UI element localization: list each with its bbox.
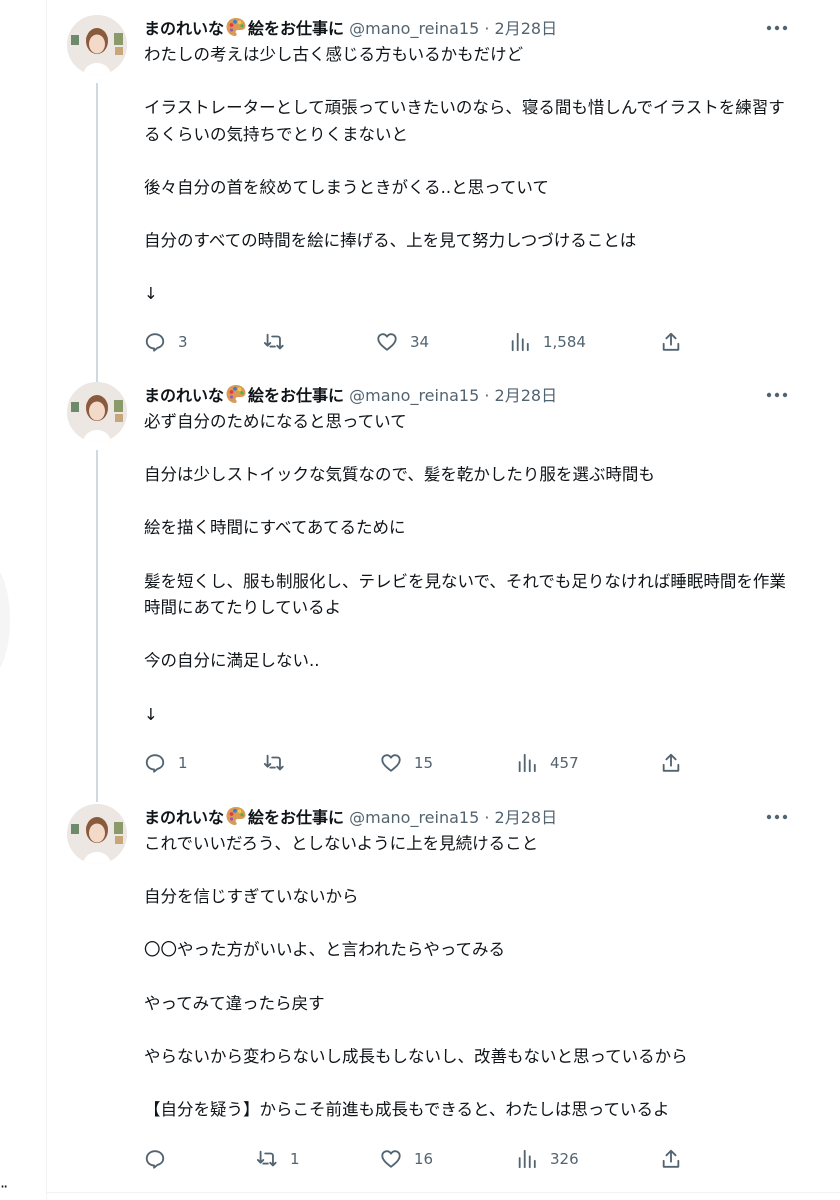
like-count: 34 xyxy=(410,333,430,351)
analytics-icon xyxy=(518,1149,536,1169)
retweet-button[interactable]: 1 xyxy=(256,1147,300,1171)
tweet-text: これでいいだろう、としないように上を見続けること 自分を信じすぎていないから 〇… xyxy=(144,834,688,1119)
tweet-3[interactable]: まのれいな 絵をお仕事に @mano_reina15 · 2月28日 これでいいだ… xyxy=(47,804,840,1192)
palette-emoji-icon xyxy=(226,18,246,36)
tweet-header: まのれいな 絵をお仕事に @mano_reina15 · 2月28日 xyxy=(144,15,557,43)
thread-connector xyxy=(96,83,98,387)
avatar[interactable] xyxy=(67,382,127,442)
display-name[interactable]: まのれいな xyxy=(144,19,224,38)
views-button[interactable]: 457 xyxy=(516,751,579,775)
like-count: 16 xyxy=(414,1150,434,1168)
views-button[interactable]: 1,584 xyxy=(509,330,586,354)
tweet-header: まのれいな 絵をお仕事に @mano_reina15 · 2月28日 xyxy=(144,382,557,410)
more-icon[interactable] xyxy=(765,388,789,402)
user-handle[interactable]: @mano_reina15 xyxy=(349,386,479,405)
views-button[interactable]: 326 xyxy=(516,1147,579,1171)
avatar[interactable] xyxy=(67,804,127,864)
heart-icon xyxy=(381,754,401,772)
tweet-text: わたしの考えは少し古く感じる方もいるかもだけど イラストレーターとして頑張ってい… xyxy=(144,45,785,304)
heart-icon xyxy=(377,333,397,351)
tweet-2[interactable]: まのれいな 絵をお仕事に @mano_reina15 · 2月28日 必ず自分のた… xyxy=(47,382,840,802)
reply-icon xyxy=(145,333,165,352)
tweet-date[interactable]: 2月28日 xyxy=(495,386,558,405)
palette-emoji-icon xyxy=(226,385,246,403)
separator-dot: · xyxy=(484,19,490,38)
reply-button[interactable]: 1 xyxy=(144,751,188,775)
reply-icon xyxy=(145,754,165,773)
separator-dot: · xyxy=(484,386,490,405)
more-icon[interactable] xyxy=(765,810,789,824)
timeline-divider xyxy=(47,1192,840,1193)
tweet-date[interactable]: 2月28日 xyxy=(495,808,558,827)
retweet-button[interactable] xyxy=(263,751,297,775)
retweet-count: 1 xyxy=(290,1150,300,1168)
tweet-date[interactable]: 2月28日 xyxy=(495,19,558,38)
retweet-icon xyxy=(263,333,284,350)
more-icon[interactable] xyxy=(765,21,789,35)
tweet-1[interactable]: まのれいな 絵をお仕事に @mano_reina15 · 2月28日 わたしの考え… xyxy=(47,15,840,387)
reply-count: 3 xyxy=(178,333,188,351)
like-button[interactable]: 16 xyxy=(380,1147,433,1171)
tweet-text: 必ず自分のためになると思っていて 自分は少しストイックな気質なので、髪を乾かした… xyxy=(144,412,786,724)
palette-emoji-icon xyxy=(226,807,246,825)
left-dots: ·· xyxy=(0,1177,8,1196)
tweet-actions: 1 15 457 xyxy=(144,751,704,775)
reply-button[interactable] xyxy=(144,1147,178,1171)
user-handle[interactable]: @mano_reina15 xyxy=(349,19,479,38)
share-icon xyxy=(662,332,680,351)
analytics-icon xyxy=(511,332,529,352)
retweet-icon xyxy=(256,1150,277,1167)
display-name[interactable]: まのれいな xyxy=(144,386,224,405)
share-button[interactable] xyxy=(660,330,682,354)
view-count: 326 xyxy=(550,1150,579,1168)
share-button[interactable] xyxy=(660,1147,682,1171)
like-button[interactable]: 34 xyxy=(376,330,429,354)
share-button[interactable] xyxy=(660,751,682,775)
avatar[interactable] xyxy=(67,15,127,75)
tweet-actions: 1 16 326 xyxy=(144,1147,704,1171)
reply-count: 1 xyxy=(178,754,188,772)
reply-icon xyxy=(145,1150,165,1169)
reply-button[interactable]: 3 xyxy=(144,330,188,354)
display-name[interactable]: まのれいな xyxy=(144,808,224,827)
user-handle[interactable]: @mano_reina15 xyxy=(349,808,479,827)
analytics-icon xyxy=(518,753,536,773)
retweet-icon xyxy=(263,754,284,771)
like-button[interactable]: 15 xyxy=(380,751,433,775)
separator-dot: · xyxy=(484,808,490,827)
thread-connector xyxy=(96,450,98,802)
share-icon xyxy=(662,753,680,772)
display-name-suffix: 絵をお仕事に xyxy=(248,808,345,827)
heart-icon xyxy=(381,1150,401,1168)
display-name-suffix: 絵をお仕事に xyxy=(248,19,345,38)
tweet-actions: 3 34 1,584 xyxy=(144,330,704,354)
tweet-header: まのれいな 絵をお仕事に @mano_reina15 · 2月28日 xyxy=(144,804,557,832)
like-count: 15 xyxy=(414,754,434,772)
display-name-suffix: 絵をお仕事に xyxy=(248,386,345,405)
share-icon xyxy=(662,1149,680,1168)
retweet-button[interactable] xyxy=(263,330,297,354)
left-edge-shadow xyxy=(0,565,10,675)
view-count: 1,584 xyxy=(543,333,586,351)
view-count: 457 xyxy=(550,754,579,772)
